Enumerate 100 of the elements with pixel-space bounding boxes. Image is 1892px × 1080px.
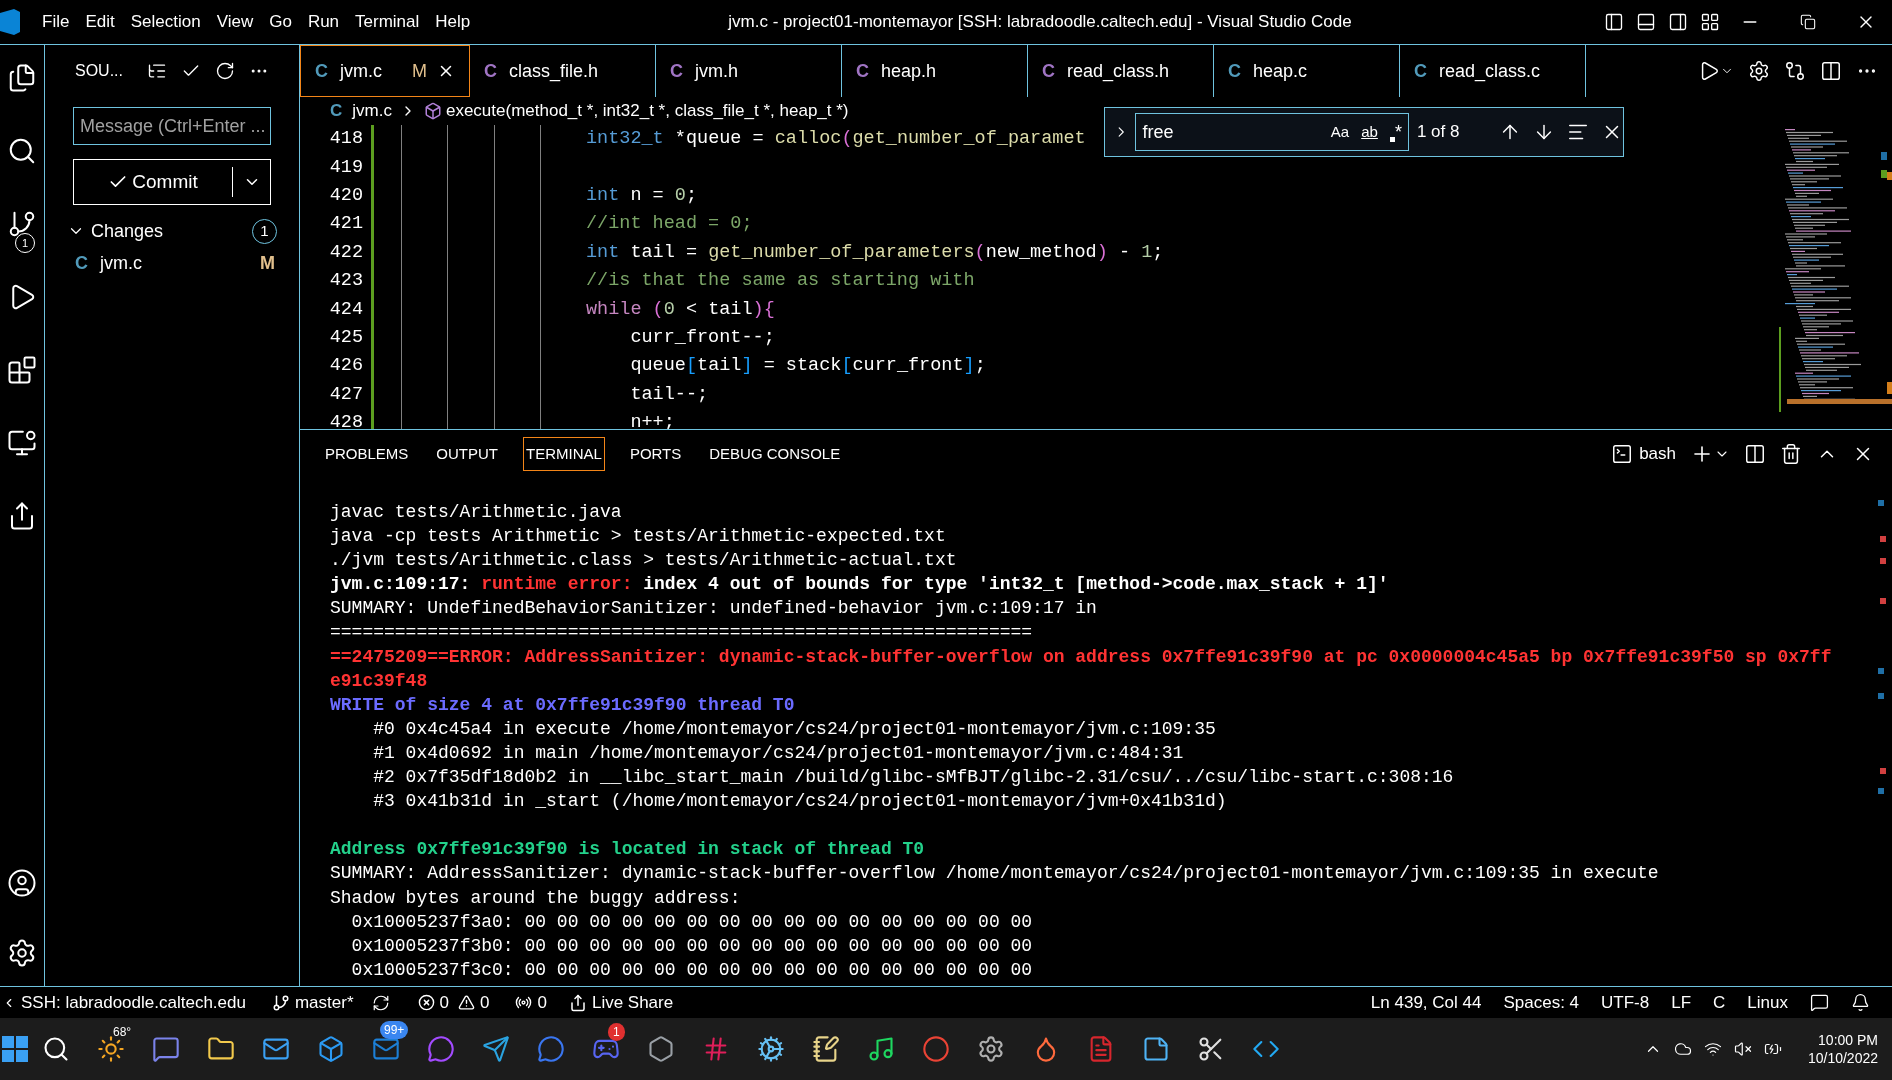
chat-app-icon[interactable] [152, 1035, 180, 1063]
gear-app-icon[interactable] [757, 1035, 785, 1063]
line-number: 424 [328, 297, 363, 322]
error-icon [417, 994, 435, 1011]
source-control-icon[interactable] [7, 209, 37, 239]
editor-tab[interactable]: C read_class.c [1400, 45, 1586, 97]
settings-icon[interactable] [7, 938, 37, 968]
toggle-panel-icon[interactable] [1636, 12, 1656, 32]
editor-tab[interactable]: C class_file.h [470, 45, 656, 97]
code-line: queue[tail] = stack[curr_front]; [629, 354, 986, 379]
editor-tab[interactable]: C read_class.h [1028, 45, 1214, 97]
compare-changes-icon[interactable] [1784, 60, 1806, 82]
regex-toggle[interactable]: * [1389, 118, 1402, 146]
split-terminal-icon[interactable] [1744, 443, 1766, 465]
cloud-icon[interactable] [1673, 1040, 1692, 1058]
remote-explorer-icon[interactable] [7, 428, 37, 458]
message-field[interactable]: Message (Ctrl+Enter ... [73, 107, 271, 145]
menu-item[interactable]: Run [299, 9, 348, 35]
search-icon[interactable] [42, 1035, 70, 1063]
branch-indicator[interactable]: master* [271, 989, 354, 1016]
commit-button[interactable]: Commit [73, 159, 271, 205]
music-app-icon[interactable] [867, 1035, 895, 1063]
search-icon[interactable] [7, 136, 37, 166]
warning-icon [458, 994, 475, 1011]
badge: 1 [15, 233, 35, 253]
terminal-line: #3 0x41b31d in _start (/home/montemayor/cs24/project01-montemayor/jvm+0x41b31d) [372, 790, 1228, 814]
line-number: 428 [328, 411, 363, 429]
messenger-icon[interactable] [427, 1035, 455, 1063]
panel-tab[interactable]: OUTPUT [433, 436, 502, 472]
accounts-icon[interactable] [7, 868, 37, 898]
panel-tab[interactable]: TERMINAL [523, 436, 605, 472]
match-case-toggle[interactable]: Aa [1330, 120, 1350, 144]
match-count: 1 of 8 [1416, 121, 1461, 144]
notebook-icon[interactable] [812, 1035, 840, 1063]
muted-speaker-icon[interactable] [1733, 1040, 1752, 1058]
chat-bubble-icon[interactable] [537, 1035, 565, 1063]
clock[interactable]: 10:00 PM 10/10/2022 [1807, 1031, 1878, 1067]
editor-tab[interactable]: C jvm.h [656, 45, 842, 97]
terminal-icon [1611, 443, 1634, 465]
files-icon[interactable] [7, 63, 37, 93]
line-ending[interactable]: LF [1671, 989, 1692, 1016]
panel-tab[interactable]: DEBUG CONSOLE [706, 436, 844, 472]
menu-item[interactable]: View [208, 9, 262, 35]
notepad-icon[interactable] [1142, 1035, 1170, 1063]
hexagon-icon[interactable] [647, 1035, 675, 1063]
menu-item[interactable]: File [34, 9, 78, 35]
panel-tab[interactable]: PROBLEMS [322, 436, 412, 472]
terminal-line: java -cp tests Arithmetic > tests/Arithmetic-expected.txt [330, 525, 947, 549]
line-number: 423 [328, 269, 363, 294]
trash-icon[interactable] [1780, 443, 1802, 465]
toggle-secondary-sidebar-icon[interactable] [1668, 12, 1688, 32]
changed-file[interactable]: C jvm.c M [45, 247, 299, 279]
menu-item[interactable]: Selection [122, 9, 209, 35]
terminal-line: ================================================================= [330, 621, 1034, 645]
extensions-icon[interactable] [7, 355, 37, 385]
code-line: int tail = get_number_of_parameters(new_method) - 1; [586, 240, 1164, 265]
menu-item[interactable]: Terminal [347, 9, 428, 35]
cursor-position[interactable]: Ln 439, Col 44 [1370, 989, 1482, 1016]
toggle-sidebar-icon[interactable] [1604, 12, 1624, 32]
whole-word-toggle[interactable]: ab [1361, 120, 1378, 144]
notifications-icon[interactable] [1851, 993, 1870, 1012]
layout-icon[interactable] [1700, 12, 1720, 32]
terminal-line: Shadow bytes around the buggy address: [330, 886, 742, 910]
encoding[interactable]: UTF-8 [1601, 989, 1650, 1016]
editor-tab[interactable]: C heap.h [842, 45, 1028, 97]
editor-tab[interactable]: C jvm.c M [300, 45, 470, 97]
sync-icon[interactable] [371, 993, 390, 1012]
indentation[interactable]: Spaces: 4 [1503, 989, 1580, 1016]
terminal-line: javac tests/Arithmetic.java [330, 501, 623, 524]
split-editor-icon[interactable] [1820, 60, 1842, 82]
panel-tab[interactable]: PORTS [626, 436, 685, 472]
code-line: //int head = 0; [586, 212, 753, 237]
start-icon[interactable] [2, 1036, 28, 1062]
feedback-icon[interactable] [1810, 993, 1829, 1012]
refresh-icon[interactable] [215, 61, 235, 81]
remote-indicator[interactable]: SSH: labradoodle.caltech.edu [2, 989, 246, 1016]
cube-icon [423, 102, 442, 120]
platform[interactable]: Linux [1747, 989, 1788, 1016]
changes-header[interactable]: Changes 1 [45, 215, 299, 247]
settings-icon[interactable] [977, 1035, 1005, 1063]
breadcrumb-file[interactable]: C jvm.c [330, 98, 392, 124]
settings-icon[interactable] [1748, 60, 1770, 82]
language-mode[interactable]: C [1713, 989, 1726, 1016]
editor-tab[interactable]: C heap.c [1214, 45, 1400, 97]
paper-plane-icon[interactable] [482, 1035, 510, 1063]
find-field[interactable]: free Aa ab * [1135, 113, 1409, 151]
code-line: //is that the same as starting with [586, 269, 975, 294]
line-number: 426 [328, 354, 363, 379]
terminal-line: SUMMARY: UndefinedBehaviorSanitizer: undefined-behavior jvm.c:109:17 in [330, 597, 1098, 621]
restore-icon[interactable] [1800, 14, 1816, 30]
menu-item[interactable]: Go [261, 9, 300, 35]
live-share-button[interactable]: Live Share [568, 989, 674, 1016]
terminal-selector[interactable]: bash [1611, 441, 1676, 467]
problems-indicator[interactable]: 0 0 [417, 989, 490, 1016]
breadcrumb-symbol[interactable]: execute(method_t *, int32_t *, class_file_t *, heap_t *) [423, 98, 849, 124]
menu-item[interactable]: Help [427, 9, 479, 35]
ports-indicator[interactable]: 0 [515, 989, 547, 1016]
weather-icon[interactable] [97, 1035, 125, 1063]
app-logo-icon [0, 9, 20, 35]
menu-item[interactable]: Edit [77, 9, 123, 35]
